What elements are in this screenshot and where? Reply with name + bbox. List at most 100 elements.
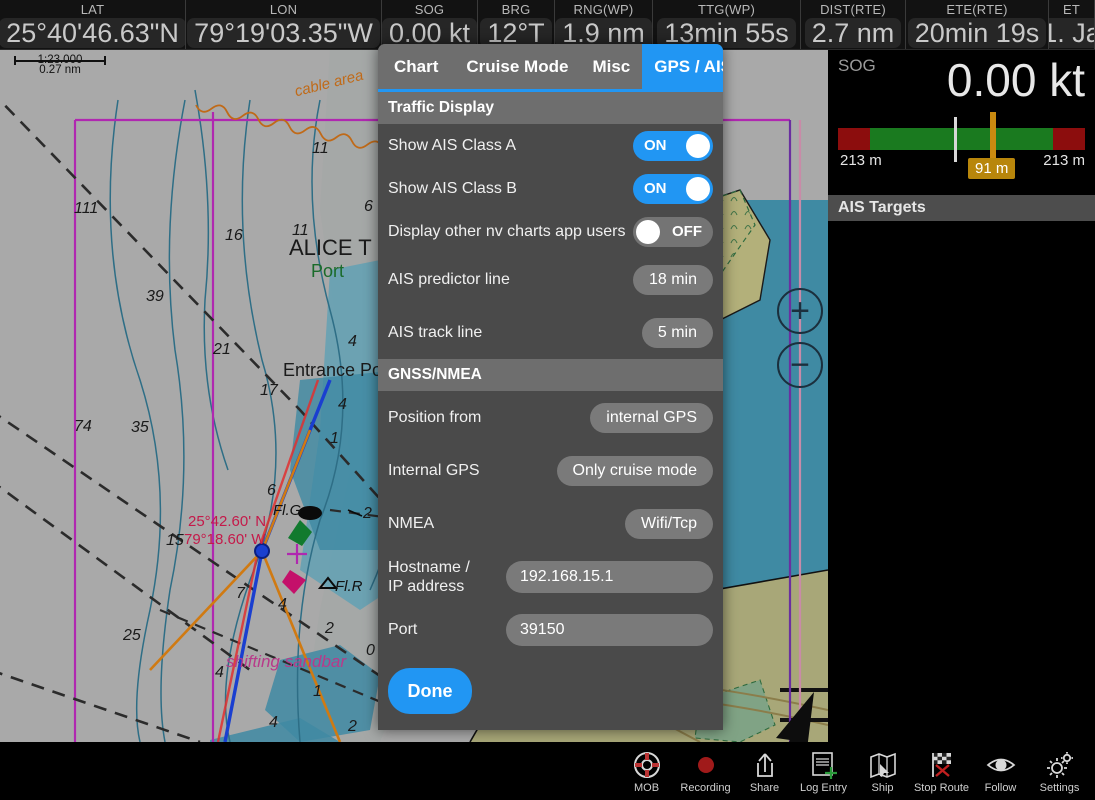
ais-targets-header: AIS Targets [828,195,1095,221]
row-nmea: NMEA Wifi/Tcp [378,497,723,550]
sog-value: 0.00 kt [946,54,1085,106]
hostname-label: Hostname / IP address [388,558,470,596]
tab-chart[interactable]: Chart [378,44,454,89]
row-show-ais-class-b: Show AIS Class B ON [378,167,723,210]
topbar-cell-sog[interactable]: SOG 0.00 kt [382,0,478,49]
chart-label-shifting-sandbar: shifting sandbar [226,652,347,671]
ais-targets-list[interactable] [828,221,1095,742]
topbar-cell-dist-rte[interactable]: DIST(RTE) 2.7 nm [801,0,906,49]
stop-route-flag-icon [927,748,957,781]
gauge-left-value: 213 m [840,152,882,169]
tab-misc[interactable]: Misc [580,44,642,89]
topbar-cell-et[interactable]: ET1. Ja [1049,0,1095,49]
record-dot-icon [691,748,721,781]
ais-predictor-line-selector[interactable]: 18 min [632,264,713,295]
toolbar-label: Recording [680,782,731,794]
ship-map-icon [868,748,898,781]
row-show-ais-class-a: Show AIS Class A ON [378,124,723,167]
tab-cruise-mode[interactable]: Cruise Mode [454,44,580,89]
topbar-label: LAT [80,2,105,17]
row-hostname: Hostname / IP address 192.168.15.1 [378,550,723,603]
toolbar-button-share[interactable]: Share [735,743,794,799]
depth-sounding: 11 [292,222,309,239]
topbar-cell-brg[interactable]: BRG 12°T [478,0,555,49]
toolbar-label: Follow [984,782,1017,794]
toolbar-label: Stop Route [913,782,970,794]
hostname-input[interactable]: 192.168.15.1 [506,560,713,593]
depth-sounding: 4 [338,396,347,413]
position-from-label: Position from [388,409,482,426]
settings-dialog: ChartCruise ModeMiscGPS / AIS Traffic Di… [378,44,723,730]
topbar-cell-lon[interactable]: LON 79°19'03.35"W [186,0,382,49]
depth-sounding: 25 [123,627,141,644]
depth-sounding: 11 [312,140,329,157]
depth-sounding: 2 [325,620,334,637]
toolbar-button-ship[interactable]: Ship [853,743,912,799]
toolbar-button-log-entry[interactable]: Log Entry [794,743,853,799]
internal-gps-label: Internal GPS [388,462,480,479]
toolbar-button-follow[interactable]: Follow [971,743,1030,799]
depth-sounding: 4 [269,714,278,731]
topbar-label: TTG(WP) [698,2,755,17]
toggle-knob [686,133,710,158]
toggle-state-label: ON [644,137,667,154]
row-port: Port 39150 [378,603,723,656]
depth-sounding: 2 [348,718,357,735]
chart-cursor-latitude: 25°42.60' N [188,513,267,530]
hostname-label-line1: Hostname / [388,558,470,576]
depth-sounding: 21 [213,341,231,358]
depth-sounding: 7 [236,585,245,602]
zoom-in-button[interactable]: + [777,288,823,334]
toggle-state-label: ON [644,180,667,197]
toolbar-button-settings[interactable]: Settings [1030,743,1089,799]
toolbar-button-mob[interactable]: MOB [617,743,676,799]
toggle-state-label: OFF [672,223,702,240]
port-label: Port [388,621,418,638]
topbar-cell-ttg-wp[interactable]: TTG(WP) 13min 55s [653,0,801,49]
toolbar-button-stop-route[interactable]: Stop Route [912,743,971,799]
nmea-selector[interactable]: Wifi/Tcp [625,508,713,539]
internal-gps-selector[interactable]: Only cruise mode [556,455,713,486]
ais-track-line-label: AIS track line [388,324,483,341]
toolbar-label: Settings [1039,782,1080,794]
chart-label-port: Port [311,261,345,281]
topbar-cell-rng-wp[interactable]: RNG(WP) 1.9 nm [555,0,653,49]
topbar-value: 2.7 nm [804,18,902,48]
north-arrow-icon [776,692,814,742]
position-from-selector[interactable]: internal GPS [590,402,713,433]
show-ais-class-a-toggle[interactable]: ON [633,130,713,161]
share-icon [750,748,780,781]
show-ais-class-b-toggle[interactable]: ON [633,173,713,204]
show-ais-class-a-label: Show AIS Class A [388,137,517,154]
zoom-out-button[interactable]: − [777,342,823,388]
show-ais-class-b-label: Show AIS Class B [388,180,517,197]
display-other-nv-charts-app-users-toggle[interactable]: OFF [633,216,713,247]
chart-cursor-longitude: 79°18.60' W [184,531,266,548]
row-internal-gps: Internal GPS Only cruise mode [378,444,723,497]
top-data-bar: LAT 25°40'46.63"N LON 79°19'03.35"W SOG 0.00 … [0,0,1095,50]
toolbar-button-recording[interactable]: Recording [676,743,735,799]
toolbar-label: Log Entry [799,782,848,794]
bottom-toolbar: MOB Recording Share Log Entry Ship Stop Route… [0,742,1095,800]
depth-sounding: 6 [267,482,276,499]
row-ais-track-line: AIS track line 5 min [378,306,723,359]
topbar-cell-ete-rte[interactable]: ETE(RTE) 20min 19s [906,0,1049,49]
toolbar-label: Ship [871,782,894,794]
depth-sounding: 39 [146,288,164,305]
topbar-cell-lat[interactable]: LAT 25°40'46.63"N [0,0,186,49]
row-display-other-nv-charts-app-users: Display other nv charts app users OFF [378,210,723,253]
gauge-red-left [838,128,870,150]
section-gnss-nmea: GNSS/NMEA [378,359,723,391]
gauge-green-middle [870,128,1053,150]
done-button[interactable]: Done [388,668,472,714]
port-input[interactable]: 39150 [506,613,713,646]
ais-track-line-selector[interactable]: 5 min [641,317,713,348]
depth-sounding: 0 [366,642,375,659]
display-other-nv-charts-app-users-label: Display other nv charts app users [388,223,626,240]
topbar-value: 20min 19s [907,18,1047,48]
depth-sounding: 4 [215,664,224,681]
chart-buoy-label-red: Fl.R [335,578,363,595]
tab-gps-ais[interactable]: GPS / AIS [642,44,723,89]
depth-sounding: 2 [363,505,372,522]
scale-bar: 1:23.000 0.27 nm [14,54,106,77]
